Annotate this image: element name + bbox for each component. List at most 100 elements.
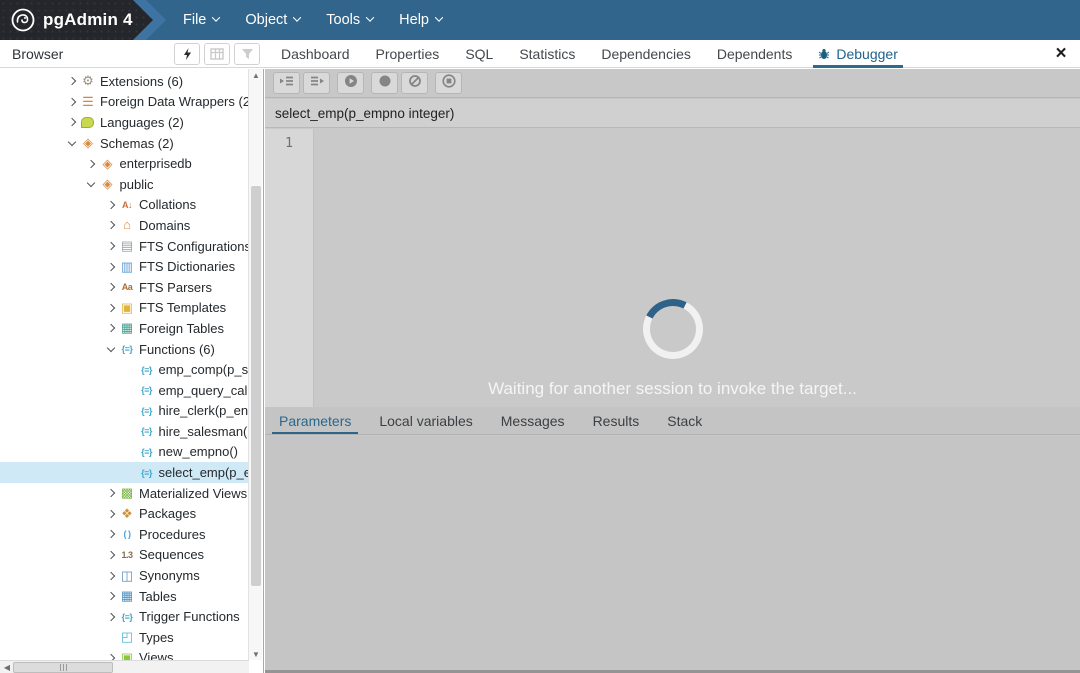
tab-local-variables[interactable]: Local variables xyxy=(365,407,486,434)
menu-tools[interactable]: Tools xyxy=(313,0,386,40)
tab-stack[interactable]: Stack xyxy=(653,407,716,434)
tab-debugger[interactable]: Debugger xyxy=(805,40,911,68)
app-logo: pgAdmin 4 xyxy=(0,0,153,40)
tree-item-foreign-data-wrappers-2[interactable]: ☰ Foreign Data Wrappers (2) xyxy=(0,92,249,113)
step-over-icon xyxy=(309,74,325,93)
expander-closed-icon[interactable] xyxy=(103,221,118,230)
expander-closed-icon[interactable] xyxy=(64,77,79,86)
tree-item-domains[interactable]: ⌂ Domains xyxy=(0,215,249,236)
tree-item-public[interactable]: ◈ public xyxy=(0,174,249,195)
scroll-down-icon[interactable]: ▼ xyxy=(249,648,263,660)
tab-dependencies[interactable]: Dependencies xyxy=(588,40,704,68)
functions-icon: {≡} xyxy=(121,344,133,355)
continue-button[interactable] xyxy=(337,72,364,94)
tree-horizontal-scrollbar[interactable]: ◀ xyxy=(0,660,249,673)
tree-vertical-scrollbar[interactable]: ▲ ▼ xyxy=(248,69,262,660)
clear-breakpoints-button[interactable] xyxy=(401,72,428,94)
tree-item-extensions-6[interactable]: ⚙ Extensions (6) xyxy=(0,71,249,92)
view-data-button[interactable] xyxy=(204,43,230,65)
tree-item-new-empno[interactable]: {≡} new_empno() xyxy=(0,442,249,463)
extension-icon: ⚙ xyxy=(82,73,94,89)
tab-sql[interactable]: SQL xyxy=(452,40,506,68)
tree-item-label: public xyxy=(119,176,154,192)
vertical-scroll-thumb[interactable] xyxy=(251,186,261,586)
function-icon: {≡} xyxy=(141,385,152,396)
tree-item-label: Sequences xyxy=(139,547,205,563)
expander-closed-icon[interactable] xyxy=(64,97,79,107)
tree-item-procedures[interactable]: ( ) Procedures xyxy=(0,524,249,545)
chevron-down-icon xyxy=(434,12,444,22)
tree-item-hire-salesman-p[interactable]: {≡} hire_salesman(p_ xyxy=(0,421,249,442)
tree-item-hire-clerk-p-enar[interactable]: {≡} hire_clerk(p_enar xyxy=(0,401,249,422)
expander-closed-icon[interactable] xyxy=(103,324,118,333)
tree-item-emp-query-calle[interactable]: {≡} emp_query_calle xyxy=(0,380,249,401)
scroll-left-icon[interactable]: ◀ xyxy=(1,662,13,673)
chevron-down-icon xyxy=(212,12,221,22)
tab-statistics[interactable]: Statistics xyxy=(506,40,588,68)
tab-messages[interactable]: Messages xyxy=(487,407,579,434)
tree-item-foreign-tables[interactable]: ▦ Foreign Tables xyxy=(0,318,249,339)
expander-closed-icon[interactable] xyxy=(103,550,118,560)
filter-button[interactable] xyxy=(234,43,260,65)
expander-closed-icon[interactable] xyxy=(103,530,118,539)
expander-closed-icon[interactable] xyxy=(103,303,118,313)
tree-item-sequences[interactable]: 1.3 Sequences xyxy=(0,545,249,566)
expander-closed-icon[interactable] xyxy=(103,241,118,251)
horizontal-scroll-thumb[interactable] xyxy=(13,662,113,673)
tree-item-emp-comp-p-sa[interactable]: {≡} emp_comp(p_sa xyxy=(0,359,249,380)
tree-item-trigger-functions[interactable]: {≡} Trigger Functions xyxy=(0,606,249,627)
tab-dependents[interactable]: Dependents xyxy=(704,40,806,68)
tree-item-languages-2[interactable]: Languages (2) xyxy=(0,112,249,133)
expander-closed-icon[interactable] xyxy=(103,612,118,621)
tree-item-fts-templates[interactable]: ▣ FTS Templates xyxy=(0,298,249,319)
expander-open-icon[interactable] xyxy=(64,137,79,146)
expander-closed-icon[interactable] xyxy=(64,118,79,127)
tree-item-packages[interactable]: ❖ Packages xyxy=(0,503,249,524)
expander-closed-icon[interactable] xyxy=(103,282,118,292)
fts-template-icon: ▣ xyxy=(120,299,134,315)
tree-item-types[interactable]: ◰ Types xyxy=(0,627,249,648)
tree-item-synonyms[interactable]: ◫ Synonyms xyxy=(0,565,249,586)
tree-item-materialized-views[interactable]: ▩ Materialized Views xyxy=(0,483,249,504)
tab-results[interactable]: Results xyxy=(579,407,654,434)
tree-item-enterprisedb[interactable]: ◈ enterprisedb xyxy=(0,153,249,174)
expander-closed-icon[interactable] xyxy=(103,200,118,210)
tree-item-schemas-2[interactable]: ◈ Schemas (2) xyxy=(0,133,249,154)
menu-help[interactable]: Help xyxy=(386,0,455,40)
tree-item-fts-dictionaries[interactable]: ▥ FTS Dictionaries xyxy=(0,256,249,277)
tree-item-fts-configurations[interactable]: ▤ FTS Configurations xyxy=(0,236,249,257)
tree-item-views[interactable]: ▣ Views xyxy=(0,648,249,660)
tree-item-tables[interactable]: ▦ Tables xyxy=(0,586,249,607)
tree-item-label: Materialized Views xyxy=(139,485,248,501)
expander-closed-icon[interactable] xyxy=(103,571,118,580)
toggle-breakpoint-button[interactable] xyxy=(371,72,398,94)
pgadmin-window: pgAdmin 4 File Object Tools Help Browser Da… xyxy=(0,0,1080,673)
tab-properties[interactable]: Properties xyxy=(363,40,453,68)
step-over-button[interactable] xyxy=(303,72,330,94)
close-icon[interactable]: × xyxy=(1050,40,1072,68)
expander-closed-icon[interactable] xyxy=(84,159,99,168)
tree-item-select-emp-p-en[interactable]: {≡} select_emp(p_en xyxy=(0,462,249,483)
tree-item-fts-parsers[interactable]: Aa FTS Parsers xyxy=(0,277,249,298)
tab-parameters[interactable]: Parameters xyxy=(265,407,365,434)
expander-closed-icon[interactable] xyxy=(103,488,118,498)
tree-item-collations[interactable]: A↓ Collations xyxy=(0,195,249,216)
schemas-icon: ◈ xyxy=(83,135,93,151)
expander-closed-icon[interactable] xyxy=(103,591,118,601)
query-tool-button[interactable] xyxy=(174,43,200,65)
expander-closed-icon[interactable] xyxy=(103,509,118,519)
step-into-button[interactable] xyxy=(273,72,300,94)
tab-label: Dependents xyxy=(716,46,793,62)
scroll-up-icon[interactable]: ▲ xyxy=(249,69,263,81)
language-icon xyxy=(81,116,94,128)
foreign-data-wrapper-icon: ☰ xyxy=(82,93,94,109)
stop-button[interactable] xyxy=(435,72,462,94)
expander-closed-icon[interactable] xyxy=(103,262,118,271)
expander-open-icon[interactable] xyxy=(103,343,118,352)
menu-file[interactable]: File xyxy=(170,0,232,40)
expander-open-icon[interactable] xyxy=(84,178,99,188)
tab-dashboard[interactable]: Dashboard xyxy=(268,40,363,68)
schema-icon: ◈ xyxy=(102,155,113,171)
tree-item-functions-6[interactable]: {≡} Functions (6) xyxy=(0,339,249,360)
menu-object[interactable]: Object xyxy=(232,0,313,40)
